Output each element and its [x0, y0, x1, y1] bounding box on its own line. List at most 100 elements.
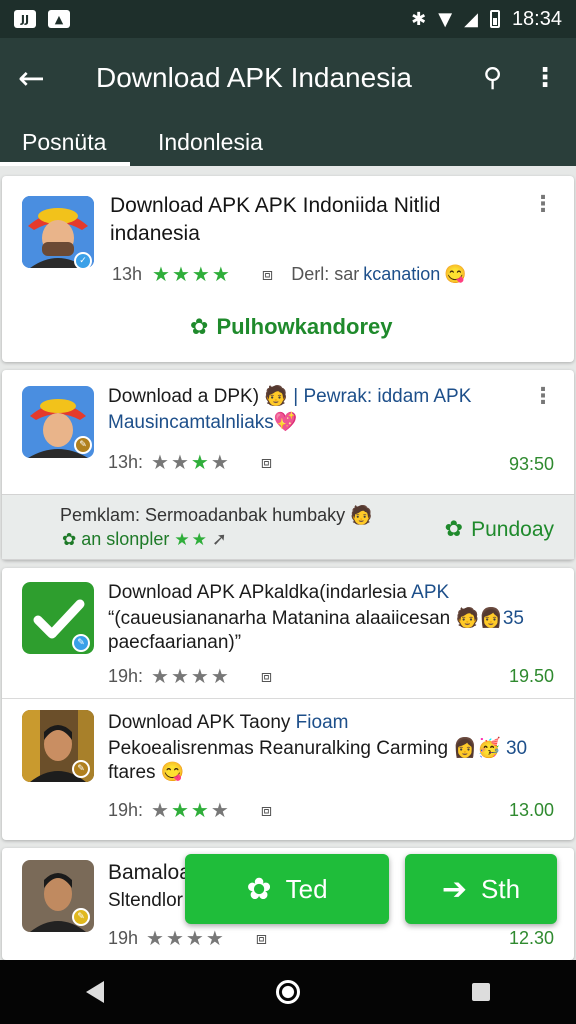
badge-icon: ✎ — [72, 760, 90, 778]
app-title: Download APK Taony Fioam — [108, 710, 348, 736]
arrow-right-icon: ➔ — [441, 871, 468, 907]
rating-stars: ★ ★ ★ ★ — [151, 798, 229, 822]
ted-button[interactable]: ✿ Ted — [185, 854, 389, 924]
star-icon: ★ — [211, 262, 230, 286]
notification-triangle-icon: ▲ — [48, 10, 70, 28]
wifi-icon: ▼ — [438, 8, 453, 30]
bluetooth-icon: ✱ — [411, 8, 427, 30]
leaf-icon: ✿ — [246, 871, 272, 907]
search-icon[interactable]: ⚲ — [483, 63, 502, 93]
ted-button-label: Ted — [285, 873, 328, 904]
app-card[interactable]: ✓ Download APK APK Indoniida Nitlid inda… — [2, 176, 574, 362]
star-icon: ★ — [210, 664, 229, 688]
promo-label: Pemklam: Sermoadanbak humbaky — [60, 505, 346, 525]
app-price: 93:50 — [508, 454, 554, 474]
app-description-line: paecfaarianan)” — [108, 632, 242, 653]
title-link[interactable]: | Pewrak: iddam APK — [293, 386, 471, 407]
emoji: 😋 — [160, 762, 185, 783]
rating-stars: ★ ★ ★ ★ — [151, 450, 229, 474]
install-label: Pulhowkandorey — [216, 314, 393, 339]
battery-icon — [489, 10, 500, 28]
promo-banner[interactable]: Pemklam: Sermoadanbak humbaky 🧑 ✿ an slo… — [2, 494, 574, 560]
star-icon: ★ — [185, 926, 204, 950]
post-time: 19h — [108, 927, 139, 948]
app-card[interactable]: ✎ Download a DPK) 🧑 | Pewrak: iddam APK … — [2, 370, 574, 560]
title-link[interactable]: APK — [411, 582, 449, 603]
share-icon[interactable]: ⧈ — [261, 666, 272, 687]
app-subtitle: Mausincamtalnliaks💖 — [108, 410, 297, 436]
share-icon[interactable]: ⧈ — [256, 928, 267, 949]
install-button[interactable]: ✿ Pulhowkandorey — [190, 314, 392, 340]
share-icon[interactable]: ⧈ — [261, 452, 272, 473]
star-icon: ★ — [191, 530, 207, 550]
star-icon: ★ — [210, 450, 229, 474]
post-time: 19h: — [108, 665, 144, 686]
star-icon: ★ — [151, 664, 169, 688]
leaf-icon: ✿ — [190, 314, 209, 340]
app-meta: 19h: ★ ★ ★ ★ ⧈ — [108, 798, 272, 822]
app-price: 12.30 — [508, 928, 554, 948]
rating-stars: ★ ★ ★ ★ — [151, 664, 229, 688]
title-part: Download APK APkaldka(indarlesia — [108, 582, 407, 603]
star-icon: ★ — [171, 262, 190, 286]
emoji: 😋 — [444, 263, 467, 284]
more-vert-icon[interactable]: ⋮ — [532, 192, 554, 217]
signal-icon: ◢ — [464, 8, 478, 30]
title-link[interactable]: Fioam — [296, 712, 349, 733]
star-icon: ★ — [190, 450, 209, 474]
app-card[interactable]: ✎ Download APK APkaldka(indarlesia APK “… — [2, 568, 574, 840]
verified-badge-icon: ✎ — [72, 634, 90, 652]
rating-stars: ★ ★ ★ ★ — [146, 926, 224, 950]
badge-icon: ✎ — [74, 436, 92, 454]
star-icon: ★ — [170, 798, 189, 822]
back-arrow-icon[interactable]: ← — [18, 59, 60, 97]
subtitle-text: Mausincamtalnliaks — [108, 412, 274, 433]
system-nav-bar — [0, 960, 576, 1024]
app-description: “(caueusiananarha Matanina alaaiicesan 🧑… — [108, 606, 524, 632]
nav-home-icon[interactable] — [276, 980, 300, 1004]
app-title: Download a DPK) 🧑 | Pewrak: iddam APK — [108, 384, 471, 410]
star-icon: ★ — [210, 798, 229, 822]
page-title: Download APK Indanesia — [96, 62, 412, 93]
promo-sub-text: an slonpler — [81, 529, 170, 549]
description-text: ftares — [108, 762, 156, 783]
tab-posnuta[interactable]: Posnüta — [0, 118, 130, 166]
sth-button[interactable]: ➔ Sth — [405, 854, 557, 924]
emoji: 💖 — [273, 412, 298, 433]
nav-back-icon[interactable] — [86, 981, 104, 1003]
count: 35 — [502, 608, 524, 629]
app-row[interactable]: ✎ Download APK Taony Fioam Pekoealisrenm… — [2, 698, 574, 840]
sth-button-label: Sth — [481, 873, 521, 904]
more-vert-icon[interactable]: ⋮ — [532, 384, 554, 409]
emoji: 👩🥳 — [453, 738, 501, 759]
title-part: Download a DPK) — [108, 386, 260, 407]
developer-link[interactable]: kcanation — [363, 264, 440, 285]
star-icon: ★ — [190, 798, 209, 822]
rating-stars: ★ ★ ★ ★ — [152, 262, 230, 286]
emoji: 🧑 — [350, 505, 373, 525]
leaf-icon: ✿ — [62, 530, 77, 550]
emoji: 🧑👩 — [455, 608, 503, 629]
star-icon: ★ — [152, 262, 170, 286]
app-meta: 13h ★ ★ ★ ★ ⧈ Derl: sar kcanation 😋 — [112, 262, 467, 286]
post-time: 13h — [112, 263, 143, 284]
promo-action-button[interactable]: ✿ Pundoay — [445, 517, 554, 542]
share-icon[interactable]: ⧈ — [261, 800, 272, 821]
count: 30 — [505, 738, 528, 759]
more-vert-icon[interactable]: ⋮ — [532, 63, 558, 93]
arrow-icon: ➚ — [211, 529, 227, 550]
star-icon: ★ — [190, 664, 209, 688]
tab-bar: Posnüta Indonlesia — [0, 118, 576, 166]
description-text: Pekoealisrenmas Reanuralking Carming — [108, 738, 449, 759]
star-icon: ★ — [205, 926, 224, 950]
tab-indonlesia[interactable]: Indonlesia — [136, 118, 285, 166]
app-description-line: ftares 😋 — [108, 760, 184, 786]
rating-stars: ★ ★ — [174, 530, 207, 550]
status-time: 18:34 — [511, 7, 562, 30]
nav-recents-icon[interactable] — [472, 983, 490, 1001]
app-price: 19.50 — [508, 666, 554, 686]
app-title: Bamaloa — [108, 861, 191, 884]
share-icon[interactable]: ⧈ — [262, 264, 273, 285]
description-text: “(caueusiananarha Matanina alaaiicesan — [108, 608, 451, 629]
app-title: Download APK APK Indoniida Nitlid indane… — [110, 194, 441, 245]
